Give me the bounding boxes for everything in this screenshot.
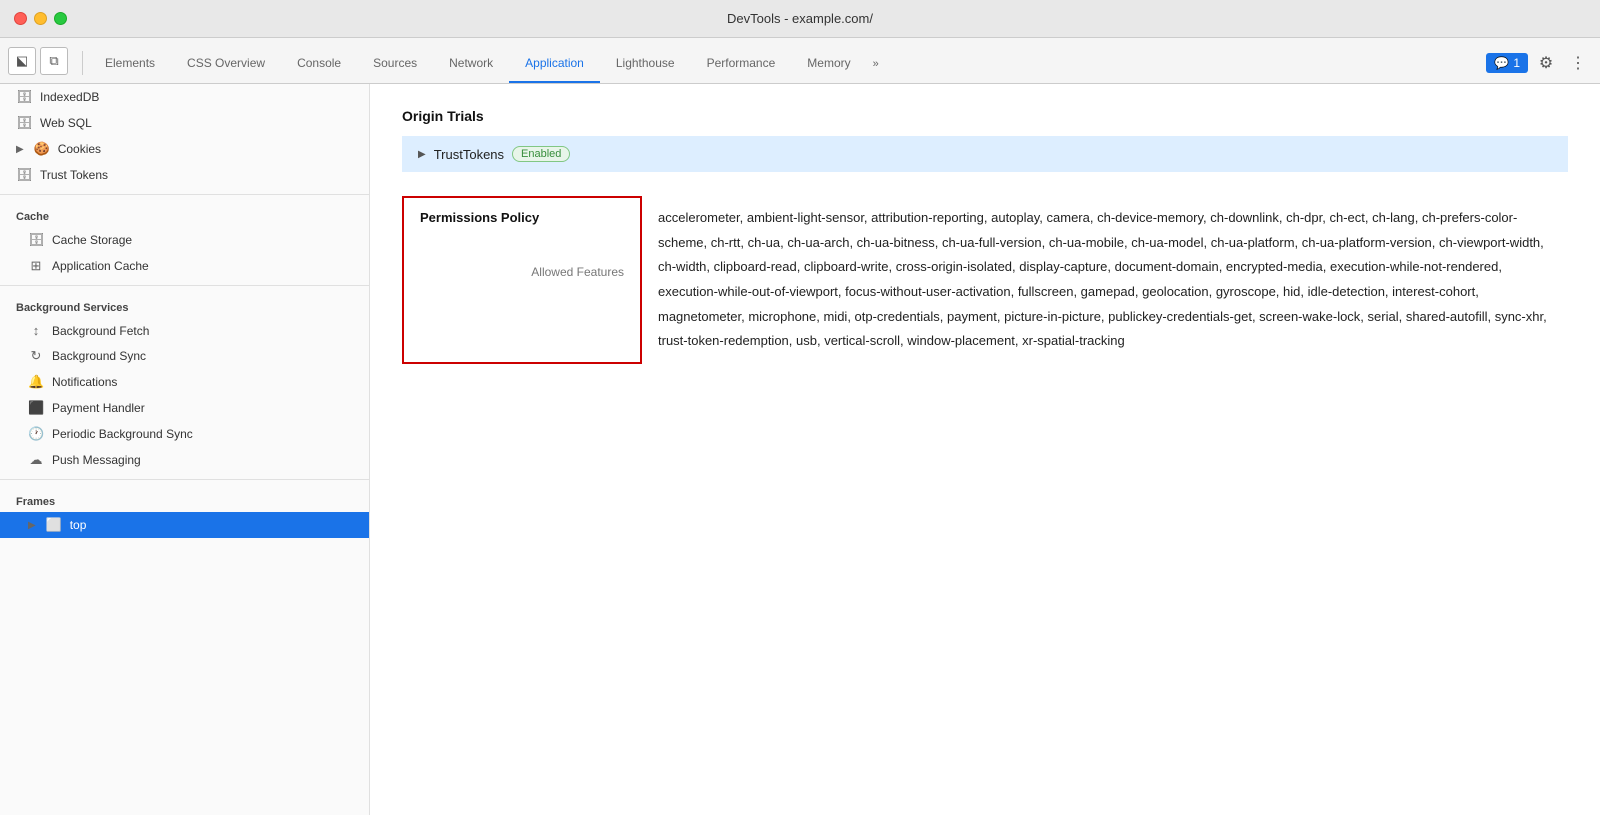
permissions-policy-section: Permissions Policy Allowed Features acce…: [402, 196, 1568, 364]
tab-icons: ⬕ ⧉: [8, 47, 68, 83]
sidebar-separator: [0, 194, 369, 195]
frame-icon: ⬜: [46, 517, 62, 533]
bell-icon: 🔔: [28, 374, 44, 390]
tab-divider: [82, 51, 83, 75]
badge-count: 1: [1513, 56, 1520, 70]
tab-application[interactable]: Application: [509, 45, 600, 83]
tab-sources[interactable]: Sources: [357, 45, 433, 83]
arrow-icon: ▶: [16, 144, 24, 155]
tab-overflow[interactable]: »: [867, 45, 885, 83]
tab-bar: ⬕ ⧉ Elements CSS Overview Console Source…: [0, 38, 1600, 84]
sidebar-item-push-messaging[interactable]: ☁ Push Messaging: [0, 447, 369, 473]
chat-icon: 💬: [1494, 56, 1509, 70]
database-icon: 🗄: [16, 167, 32, 183]
sidebar-item-trust-tokens[interactable]: 🗄 Trust Tokens: [0, 162, 369, 188]
sidebar-separator-3: [0, 479, 369, 480]
window-title: DevTools - example.com/: [727, 11, 873, 26]
sync-icon: ↻: [28, 348, 44, 364]
permissions-table: Permissions Policy Allowed Features acce…: [402, 196, 1568, 364]
database-icon: 🗄: [16, 89, 32, 105]
enabled-badge: Enabled: [512, 146, 570, 162]
content-area: Origin Trials ▶ TrustTokens Enabled Perm…: [370, 84, 1600, 815]
sidebar-item-notifications[interactable]: 🔔 Notifications: [0, 369, 369, 395]
grid-icon: ⊞: [28, 258, 44, 274]
database-icon: 🗄: [16, 115, 32, 131]
tab-memory[interactable]: Memory: [791, 45, 866, 83]
traffic-lights: [14, 12, 67, 25]
sidebar-item-background-sync[interactable]: ↻ Background Sync: [0, 343, 369, 369]
minimize-button[interactable]: [34, 12, 47, 25]
sidebar-item-cookies[interactable]: ▶ 🍪 Cookies: [0, 136, 369, 162]
trust-tokens-label: TrustTokens: [434, 147, 504, 162]
settings-icon[interactable]: ⚙: [1532, 49, 1560, 77]
tab-css-overview[interactable]: CSS Overview: [171, 45, 281, 83]
cookies-icon: 🍪: [34, 141, 50, 157]
origin-trials-title: Origin Trials: [402, 108, 1568, 124]
tab-performance[interactable]: Performance: [691, 45, 792, 83]
fetch-icon: ↕: [28, 323, 44, 338]
tab-network[interactable]: Network: [433, 45, 509, 83]
tab-elements[interactable]: Elements: [89, 45, 171, 83]
frames-label: Frames: [0, 486, 369, 512]
tab-bar-right: 💬 1 ⚙ ⋮: [1486, 49, 1600, 83]
allowed-features-value: accelerometer, ambient-light-sensor, att…: [642, 196, 1568, 364]
tab-lighthouse[interactable]: Lighthouse: [600, 45, 691, 83]
permissions-label-box: Permissions Policy Allowed Features: [402, 196, 642, 364]
sidebar-item-periodic-bg-sync[interactable]: 🕐 Periodic Background Sync: [0, 421, 369, 447]
sidebar-item-web-sql[interactable]: 🗄 Web SQL: [0, 110, 369, 136]
device-icon[interactable]: ⧉: [40, 47, 68, 75]
sidebar-item-top[interactable]: ▶ ⬜ top: [0, 512, 369, 538]
sidebar-separator-2: [0, 285, 369, 286]
sidebar-item-background-fetch[interactable]: ↕ Background Fetch: [0, 318, 369, 343]
maximize-button[interactable]: [54, 12, 67, 25]
background-services-label: Background Services: [0, 292, 369, 318]
allowed-features-label: Allowed Features: [531, 265, 624, 279]
payment-icon: ⬛: [28, 400, 44, 416]
title-bar: DevTools - example.com/: [0, 0, 1600, 38]
trust-tokens-row[interactable]: ▶ TrustTokens Enabled: [402, 136, 1568, 172]
close-button[interactable]: [14, 12, 27, 25]
clock-icon: 🕐: [28, 426, 44, 442]
permissions-policy-title: Permissions Policy: [420, 210, 624, 225]
sidebar-item-cache-storage[interactable]: 🗄 Cache Storage: [0, 227, 369, 253]
arrow-icon: ▶: [28, 520, 36, 531]
sidebar-item-application-cache[interactable]: ⊞ Application Cache: [0, 253, 369, 279]
sidebar-item-indexed-db[interactable]: 🗄 IndexedDB: [0, 84, 369, 110]
main-layout: 🗄 IndexedDB 🗄 Web SQL ▶ 🍪 Cookies 🗄 Trus…: [0, 84, 1600, 815]
cache-section-label: Cache: [0, 201, 369, 227]
cursor-icon[interactable]: ⬕: [8, 47, 36, 75]
cloud-icon: ☁: [28, 452, 44, 468]
chat-badge-button[interactable]: 💬 1: [1486, 53, 1528, 73]
more-options-icon[interactable]: ⋮: [1564, 49, 1592, 77]
sidebar: 🗄 IndexedDB 🗄 Web SQL ▶ 🍪 Cookies 🗄 Trus…: [0, 84, 370, 815]
sidebar-item-payment-handler[interactable]: ⬛ Payment Handler: [0, 395, 369, 421]
expand-arrow-icon: ▶: [418, 149, 426, 160]
database-icon: 🗄: [28, 232, 44, 248]
tab-console[interactable]: Console: [281, 45, 357, 83]
